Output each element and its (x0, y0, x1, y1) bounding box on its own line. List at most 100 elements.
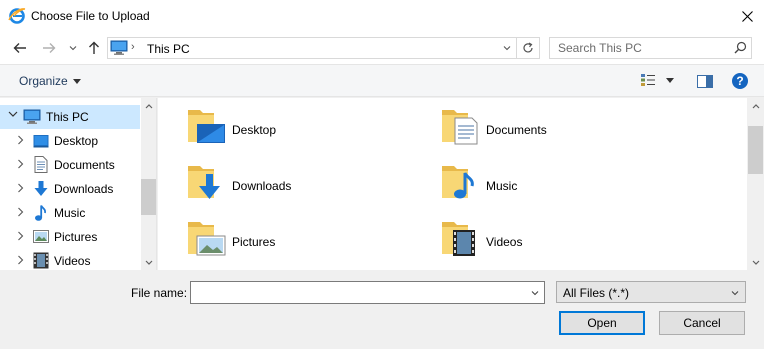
navigation-pane: This PC Desktop Documents Downloads Musi… (0, 98, 157, 270)
file-list-scrollbar[interactable] (747, 98, 764, 270)
preview-pane-button[interactable] (697, 75, 713, 91)
expand-chevron-icon[interactable] (17, 183, 24, 196)
arrow-left-icon (13, 43, 26, 53)
open-button[interactable]: Open (559, 311, 645, 335)
file-name-combobox[interactable] (190, 281, 545, 304)
search-box[interactable] (549, 37, 752, 59)
scrollbar-thumb[interactable] (748, 126, 763, 174)
chevron-down-icon (69, 46, 77, 51)
collapse-chevron-icon[interactable] (8, 110, 18, 121)
downloads-icon (33, 180, 49, 201)
scrollbar-thumb[interactable] (141, 179, 156, 215)
navigation-bar: › This PC (0, 32, 764, 64)
up-button[interactable] (84, 38, 104, 58)
music-folder-icon (440, 160, 482, 205)
scroll-up-icon[interactable] (748, 98, 764, 114)
folder-documents[interactable]: Documents (440, 104, 680, 150)
videos-folder-icon (440, 216, 482, 261)
expand-chevron-icon[interactable] (17, 159, 24, 172)
expand-chevron-icon[interactable] (17, 135, 24, 148)
recent-locations-button[interactable] (63, 38, 83, 58)
pictures-icon (33, 230, 49, 246)
file-name-label: File name: (131, 286, 188, 300)
documents-icon (34, 156, 48, 176)
address-bar[interactable]: › This PC (107, 37, 517, 59)
folder-desktop[interactable]: Desktop (186, 104, 426, 150)
expand-chevron-icon[interactable] (17, 231, 24, 244)
cancel-button[interactable]: Cancel (659, 311, 745, 335)
address-dropdown-button[interactable] (498, 38, 516, 58)
folder-pictures[interactable]: Pictures (186, 216, 426, 262)
file-type-value: All Files (*.*) (563, 286, 630, 300)
tree-item-label: Pictures (54, 230, 98, 244)
breadcrumb[interactable]: This PC (147, 42, 190, 56)
pictures-folder-icon (186, 216, 228, 261)
refresh-button[interactable] (517, 37, 540, 59)
tree-item-pictures[interactable]: Pictures (0, 225, 140, 249)
folder-downloads[interactable]: Downloads (186, 160, 426, 206)
tree-item-videos[interactable]: Videos (0, 249, 140, 270)
details-view-icon (641, 74, 655, 86)
expand-chevron-icon[interactable] (17, 255, 24, 268)
tree-item-music[interactable]: Music (0, 201, 140, 225)
folder-music[interactable]: Music (440, 160, 680, 206)
file-name-input[interactable] (191, 282, 521, 303)
arrow-right-icon (43, 43, 56, 53)
search-icon[interactable] (734, 41, 747, 57)
folder-videos[interactable]: Videos (440, 216, 680, 262)
chevron-down-icon (531, 290, 539, 295)
expand-chevron-icon[interactable] (17, 207, 24, 220)
tree-item-label: Desktop (54, 134, 99, 148)
tree-item-label: Music (54, 206, 86, 220)
close-button[interactable] (731, 0, 764, 32)
tree-item-label: Downloads (54, 182, 114, 196)
folder-label: Music (486, 179, 518, 193)
scroll-down-icon[interactable] (748, 254, 764, 270)
folder-label: Videos (486, 235, 523, 249)
back-button[interactable] (10, 38, 30, 58)
organize-button[interactable]: Organize (19, 74, 81, 88)
tree-item-this-pc[interactable]: This PC (0, 105, 140, 129)
scroll-down-icon[interactable] (141, 254, 156, 270)
search-input[interactable] (550, 38, 730, 58)
forward-button[interactable] (39, 38, 59, 58)
organize-label: Organize (19, 74, 68, 88)
command-bar: Organize ? (0, 64, 764, 97)
folder-label: Downloads (232, 179, 292, 193)
file-list: Desktop Documents Downloads Music Pictur… (158, 98, 764, 270)
caret-down-icon (666, 77, 674, 83)
preview-pane-icon (697, 75, 713, 88)
videos-icon (33, 252, 49, 270)
downloads-folder-icon (186, 160, 228, 205)
this-pc-icon (110, 40, 128, 59)
this-pc-icon (23, 109, 41, 128)
desktop-icon (33, 133, 49, 152)
breadcrumb-separator-icon[interactable]: › (131, 41, 135, 53)
change-view-button[interactable] (640, 73, 674, 87)
scroll-up-icon[interactable] (141, 98, 156, 114)
close-icon (742, 10, 753, 22)
tree-item-downloads[interactable]: Downloads (0, 177, 140, 201)
folder-label: Documents (486, 123, 547, 137)
chevron-down-icon (731, 291, 739, 296)
tree-item-label: This PC (46, 110, 89, 124)
navigation-pane-scrollbar[interactable] (141, 98, 156, 270)
folder-label: Pictures (232, 235, 276, 249)
music-icon (34, 204, 48, 225)
chevron-down-icon (503, 46, 511, 51)
refresh-icon (523, 42, 533, 53)
title-bar: Choose File to Upload (0, 0, 764, 32)
documents-folder-icon (440, 104, 482, 149)
help-button[interactable]: ? (732, 73, 748, 89)
file-type-dropdown-button[interactable] (727, 283, 743, 303)
file-name-bar: File name: All Files (*.*) Open Cancel (0, 270, 764, 349)
arrow-up-icon (89, 41, 99, 54)
internet-explorer-icon (8, 7, 26, 25)
file-type-select[interactable]: All Files (*.*) (556, 281, 746, 303)
tree-item-label: Documents (54, 158, 115, 172)
file-name-dropdown-button[interactable] (526, 282, 544, 303)
caret-down-icon (72, 78, 81, 84)
tree-item-desktop[interactable]: Desktop (0, 129, 140, 153)
window-title: Choose File to Upload (31, 9, 150, 23)
tree-item-documents[interactable]: Documents (0, 153, 140, 177)
